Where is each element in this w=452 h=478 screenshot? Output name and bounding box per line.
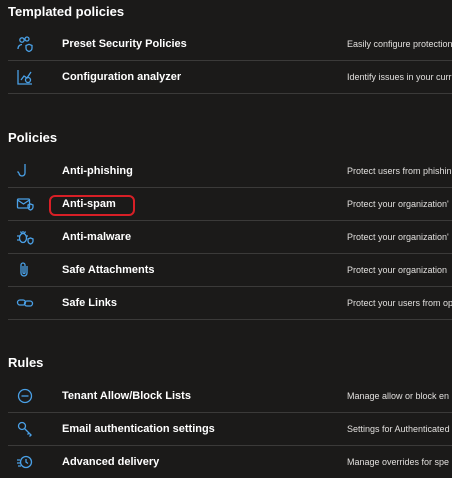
- row-name: Safe Links: [62, 297, 118, 309]
- chart-analyzer-icon: [16, 68, 34, 86]
- row-name: Advanced delivery: [62, 456, 160, 468]
- row-advanced-delivery[interactable]: Advanced delivery Manage overrides for s…: [8, 446, 452, 478]
- row-description: Protect your organization': [347, 232, 449, 242]
- row-preset-security-policies[interactable]: Preset Security Policies Easily configur…: [8, 28, 452, 61]
- delivery-icon: [16, 453, 34, 471]
- row-safe-links[interactable]: Safe Links Protect your users from op: [8, 287, 452, 320]
- paperclip-icon: [16, 261, 34, 279]
- row-name: Preset Security Policies: [62, 38, 187, 50]
- row-configuration-analyzer[interactable]: Configuration analyzer Identify issues i…: [8, 61, 452, 94]
- row-name: Tenant Allow/Block Lists: [62, 390, 191, 402]
- fishing-hook-icon: [16, 162, 34, 180]
- row-description: Protect your organization': [347, 199, 449, 209]
- row-tenant-allow-block-lists[interactable]: Tenant Allow/Block Lists Manage allow or…: [8, 380, 452, 413]
- row-name: Anti-phishing: [62, 165, 133, 177]
- block-icon: [16, 387, 34, 405]
- section-title-policies: Policies: [8, 130, 58, 145]
- row-description: Manage allow or block en: [347, 391, 450, 401]
- row-name: Configuration analyzer: [62, 71, 182, 83]
- row-description: Manage overrides for spe: [347, 457, 450, 467]
- row-safe-attachments[interactable]: Safe Attachments Protect your organizati…: [8, 254, 452, 287]
- row-anti-malware[interactable]: Anti-malware Protect your organization': [8, 221, 452, 254]
- row-anti-phishing[interactable]: Anti-phishing Protect users from phishin: [8, 155, 452, 188]
- row-description: Protect your users from op: [347, 298, 452, 308]
- link-icon: [16, 294, 34, 312]
- section-title-templated-policies: Templated policies: [8, 4, 125, 19]
- key-icon: [16, 420, 34, 438]
- row-description: Settings for Authenticated: [347, 424, 450, 434]
- row-email-authentication-settings[interactable]: Email authentication settings Settings f…: [8, 413, 452, 446]
- mail-shield-icon: [16, 195, 34, 213]
- row-name: Safe Attachments: [62, 264, 155, 276]
- anti-spam-highlight-box: [49, 195, 135, 216]
- row-name: Email authentication settings: [62, 423, 215, 435]
- row-description: Protect your organization: [347, 265, 448, 275]
- row-description: Protect users from phishin: [347, 166, 452, 176]
- users-shield-icon: [16, 35, 34, 53]
- row-description: Identify issues in your curr: [347, 72, 452, 82]
- row-name: Anti-malware: [62, 231, 132, 243]
- section-title-rules: Rules: [8, 355, 44, 370]
- row-description: Easily configure protection: [347, 39, 452, 49]
- bug-shield-icon: [16, 228, 34, 246]
